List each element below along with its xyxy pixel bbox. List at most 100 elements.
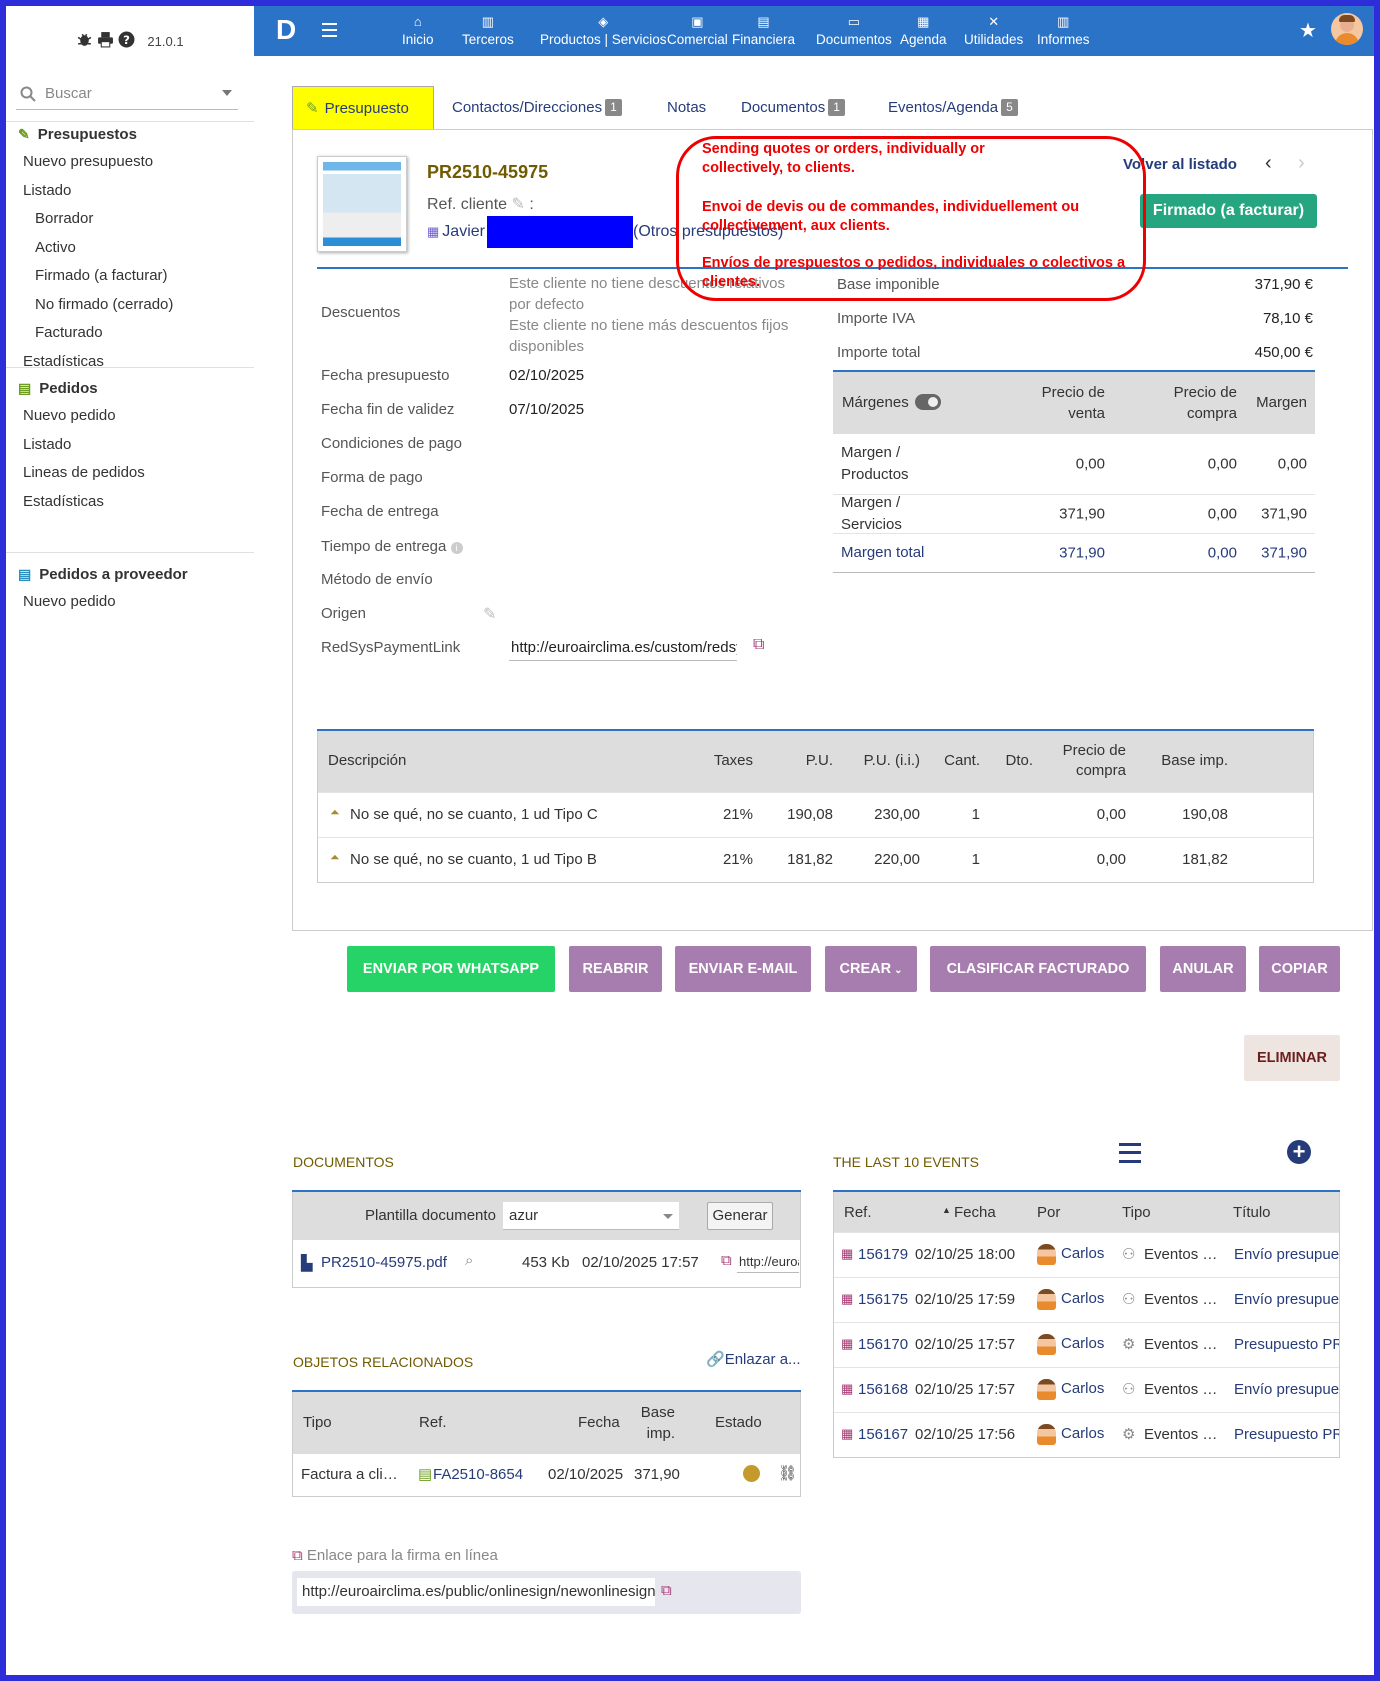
template-select[interactable]: azur [503, 1202, 679, 1230]
sidebar-item[interactable]: Borrador [6, 205, 254, 234]
send-email-button[interactable]: ENVIAR E-MAIL [675, 946, 811, 992]
nav-documentos[interactable]: ▭ Documentos [816, 14, 892, 47]
nav-terceros[interactable]: ▥ Terceros [462, 14, 514, 47]
table-row[interactable]: ⏶ No se qué, no se cuanto, 1 ud Tipo C 21%… [318, 792, 1313, 837]
events-col-header[interactable]: Fecha [954, 1204, 996, 1221]
event-title[interactable]: Presupuesto PR [1234, 1336, 1339, 1353]
sidebar-item[interactable]: Listado [6, 431, 254, 460]
chevron-down-icon[interactable] [222, 90, 232, 96]
sidebar-item[interactable]: Nuevo pedido [6, 588, 254, 617]
related-ref[interactable]: FA2510-8654 [433, 1466, 523, 1483]
copy-button[interactable]: COPIAR [1259, 946, 1340, 992]
table-row[interactable]: ⏶ No se qué, no se cuanto, 1 ud Tipo B 21%… [318, 837, 1313, 882]
event-ref[interactable]: 156168 [858, 1381, 908, 1398]
redsys-input[interactable]: http://euroairclima.es/custom/redsys [509, 635, 737, 661]
table-row[interactable]: ▦ 156170 02/10/25 17:57 Carlos ⚙ Eventos … Pre… [834, 1322, 1339, 1367]
events-col-header[interactable]: Ref. [844, 1204, 872, 1221]
event-user[interactable]: Carlos [1061, 1380, 1104, 1397]
print-icon[interactable] [97, 31, 114, 51]
event-user[interactable]: Carlos [1061, 1425, 1104, 1442]
sidebar-item[interactable]: Estadísticas [6, 348, 254, 377]
preview-icon[interactable]: ⌕ [465, 1252, 473, 1269]
list-view-icon[interactable] [1119, 1143, 1141, 1163]
event-title[interactable]: Envío presupuesto [1234, 1246, 1339, 1263]
sidebar-item[interactable]: Firmado (a facturar) [6, 262, 254, 291]
sidebar-item[interactable]: Estadísticas [6, 488, 254, 517]
add-event-icon[interactable]: + [1287, 1140, 1311, 1164]
nav-inicio[interactable]: ⌂ Inicio [402, 14, 434, 47]
margins-toggle[interactable] [915, 394, 941, 410]
nav-utilidades[interactable]: ✕ Utilidades [964, 14, 1023, 47]
unlink-icon[interactable]: ⛓ [778, 1464, 797, 1482]
table-row[interactable]: ▦ 156167 02/10/25 17:56 Carlos ⚙ Eventos … Pre… [834, 1412, 1339, 1457]
home-icon: ⌂ [413, 14, 422, 29]
pencil-icon[interactable]: ✎ [483, 604, 496, 624]
tab-eventos[interactable]: Eventos/Agenda 5 [888, 86, 1018, 129]
external-link-icon[interactable]: ⧉ [661, 1582, 672, 1599]
sidebar-item[interactable]: Facturado [6, 319, 254, 348]
chevron-left-icon[interactable]: ‹ [1265, 152, 1272, 175]
event-title[interactable]: Presupuesto PR [1234, 1426, 1339, 1443]
sidebar-item[interactable]: Nuevo pedido [6, 402, 254, 431]
event-title[interactable]: Envío presupuesto [1234, 1381, 1339, 1398]
help-icon[interactable]: ? [118, 31, 135, 51]
create-button[interactable]: CREAR ⌄ [825, 946, 917, 992]
tab-presupuesto[interactable]: ✎ Presupuesto [292, 86, 434, 129]
sidebar-head-proveedor[interactable]: ▤ Pedidos a proveedor [6, 560, 254, 588]
external-link-icon[interactable]: ⧉ [721, 1252, 732, 1269]
sidebar-item[interactable]: Listado [6, 177, 254, 206]
event-user[interactable]: Carlos [1061, 1335, 1104, 1352]
nav-agenda[interactable]: ▦ Agenda [900, 14, 947, 47]
logo[interactable]: D [276, 14, 296, 46]
sidebar-item[interactable]: No firmado (cerrado) [6, 291, 254, 320]
reopen-button[interactable]: REABRIR [569, 946, 662, 992]
sidebar-item[interactable]: Activo [6, 234, 254, 263]
nav-comercial[interactable]: ▣ Comercial [667, 14, 728, 47]
event-user[interactable]: Carlos [1061, 1290, 1104, 1307]
link-to-button[interactable]: 🔗Enlazar a... [706, 1350, 801, 1368]
avatar[interactable] [1331, 13, 1363, 45]
external-link-icon[interactable]: ⧉ [753, 636, 764, 654]
table-row[interactable]: ▦ 156179 02/10/25 18:00 Carlos ⚇ Eventos … Env… [834, 1232, 1339, 1277]
table-row[interactable]: ▦ 156168 02/10/25 17:57 Carlos ⚇ Eventos … Env… [834, 1367, 1339, 1412]
nav-informes[interactable]: ▥ Informes [1037, 14, 1090, 47]
event-title[interactable]: Envío presupuesto [1234, 1291, 1339, 1308]
event-ref[interactable]: 156179 [858, 1246, 908, 1263]
chevron-right-icon[interactable]: › [1298, 152, 1305, 175]
tab-notas[interactable]: Notas [667, 86, 706, 129]
user-avatar-icon [1037, 1424, 1056, 1445]
delete-button[interactable]: ELIMINAR [1244, 1035, 1340, 1081]
sidebar-head-pedidos[interactable]: ▤ Pedidos [6, 374, 254, 402]
tab-contactos[interactable]: Contactos/Direcciones 1 [452, 86, 622, 129]
menu-icon[interactable] [322, 23, 337, 37]
generate-button[interactable]: Generar [707, 1202, 773, 1230]
tab-documentos[interactable]: Documentos 1 [741, 86, 845, 129]
event-ref[interactable]: 156167 [858, 1426, 908, 1443]
event-user[interactable]: Carlos [1061, 1245, 1104, 1262]
classify-billed-button[interactable]: CLASIFICAR FACTURADO [930, 946, 1146, 992]
search-placeholder: Buscar [45, 85, 92, 102]
nav-productos[interactable]: ◈ Productos | Servicios [540, 14, 667, 47]
online-sign-input[interactable]: http://euroairclima.es/public/onlinesign… [297, 1578, 655, 1606]
pdf-file-link[interactable]: PR2510-45975.pdf [321, 1254, 447, 1271]
star-icon[interactable]: ★ [1299, 18, 1317, 43]
nav-financiera[interactable]: ▤ Financiera [732, 14, 795, 47]
client-name[interactable]: Javier [442, 223, 485, 241]
pencil-icon[interactable]: ✎ [512, 196, 525, 213]
events-col-header[interactable]: Por [1037, 1204, 1060, 1221]
sidebar-item[interactable]: Lineas de pedidos [6, 459, 254, 488]
table-row[interactable]: ▦ 156175 02/10/25 17:59 Carlos ⚇ Eventos … Env… [834, 1277, 1339, 1322]
sidebar-item[interactable]: Nuevo presupuesto [6, 148, 254, 177]
event-ref[interactable]: 156175 [858, 1291, 908, 1308]
events-col-header[interactable]: Título [1233, 1204, 1271, 1221]
document-thumbnail[interactable] [317, 156, 407, 252]
bug-icon[interactable] [76, 31, 93, 51]
file-link-input[interactable]: http://euroairclima [737, 1251, 799, 1273]
table-row[interactable]: Factura a cli… FA2510-8654 02/10/2025 371,9… [293, 1454, 800, 1496]
cancel-button[interactable]: ANULAR [1160, 946, 1246, 992]
event-ref[interactable]: 156170 [858, 1336, 908, 1353]
events-col-header[interactable]: Tipo [1122, 1204, 1151, 1221]
search-input[interactable]: Buscar [16, 78, 238, 110]
sidebar-head-presupuestos[interactable]: ✎ Presupuestos [6, 120, 254, 148]
whatsapp-button[interactable]: ENVIAR POR WHATSAPP [347, 946, 555, 992]
